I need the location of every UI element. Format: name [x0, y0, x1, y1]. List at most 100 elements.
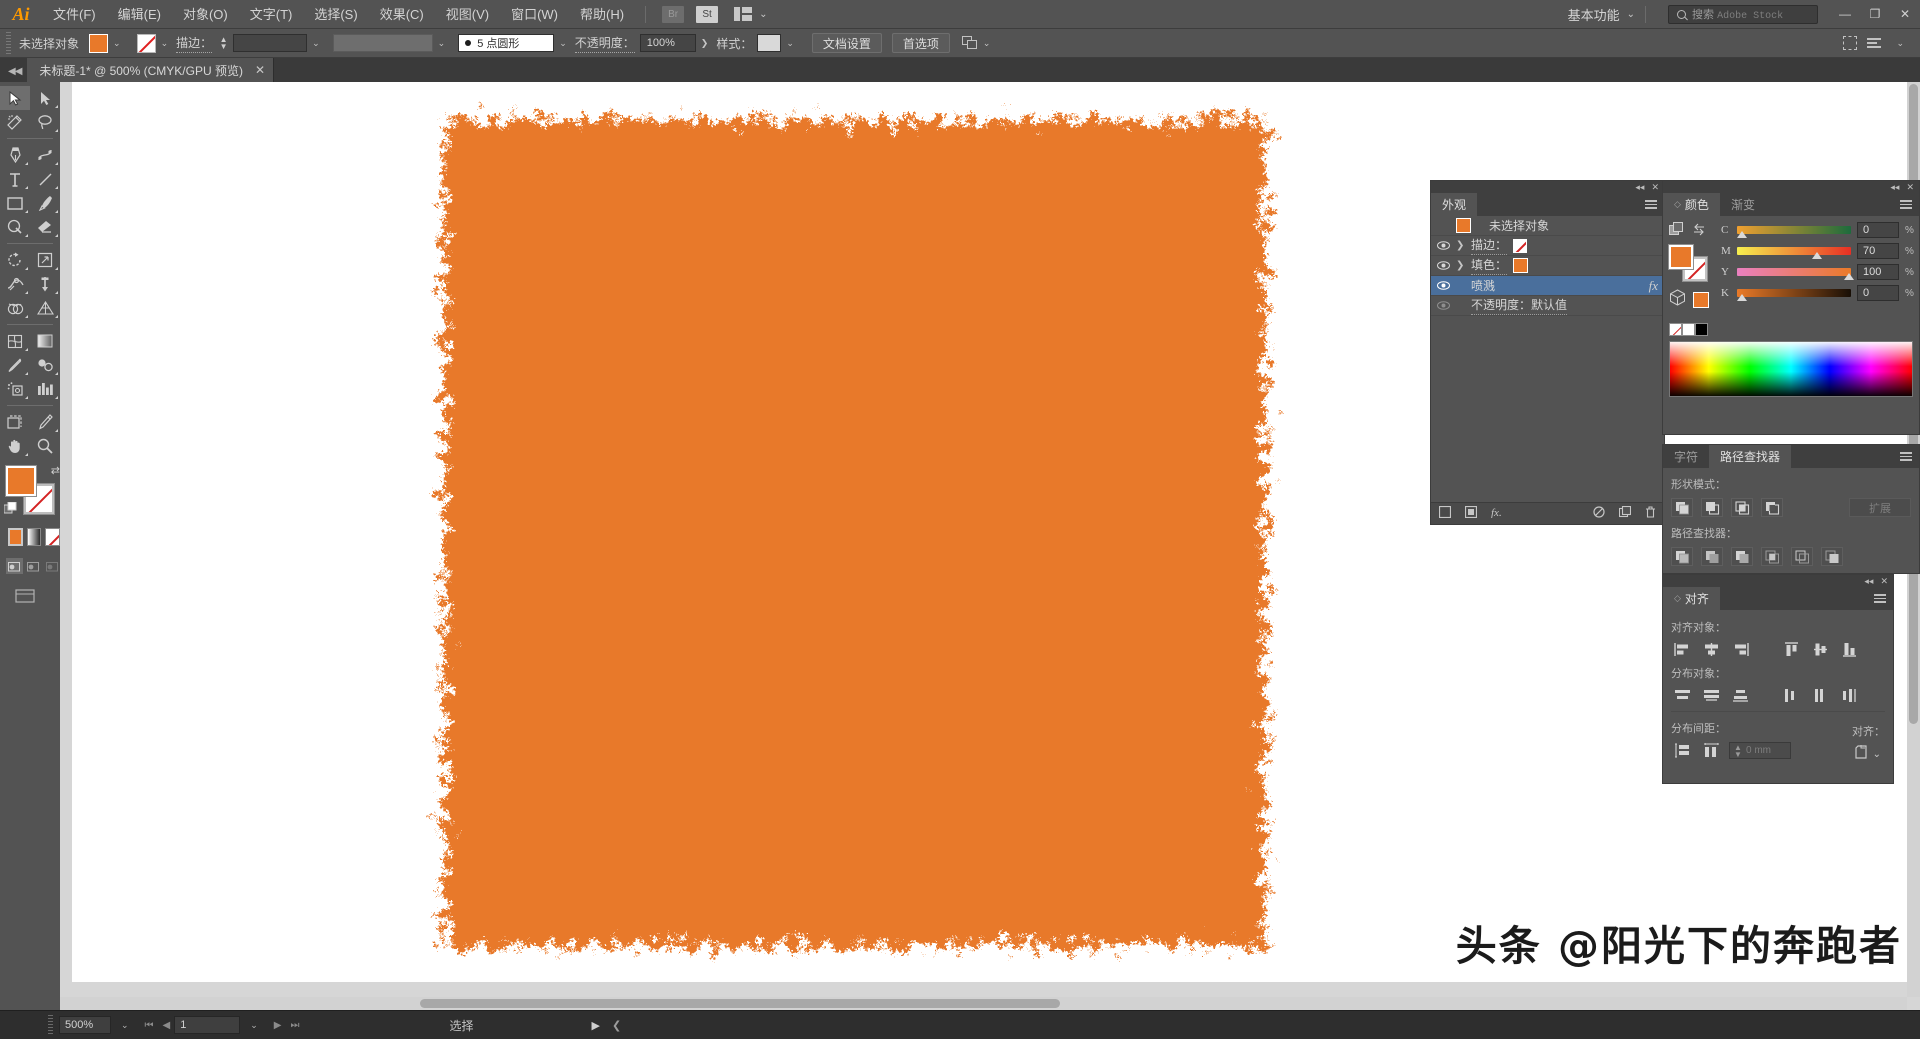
artboard-number-input[interactable]: 1	[174, 1016, 241, 1034]
distribute-top-button[interactable]	[1671, 686, 1694, 705]
appearance-row-object[interactable]: 未选择对象	[1431, 216, 1664, 236]
artboard-tool[interactable]	[0, 410, 30, 434]
gradient-fill-mode-button[interactable]	[26, 528, 42, 546]
zoom-chevron-down-icon[interactable]: ⌄	[111, 1020, 139, 1031]
opacity-visibility-eye-icon[interactable]	[1437, 300, 1450, 311]
width-tool[interactable]	[0, 272, 30, 296]
graphic-style-swatch[interactable]	[757, 34, 782, 52]
menu-window[interactable]: 窗口(W)	[500, 0, 569, 29]
shaper-tool[interactable]	[0, 215, 30, 239]
tab-align[interactable]: ◇ 对齐	[1663, 587, 1720, 610]
previous-artboard-icon[interactable]: ◀	[163, 1020, 171, 1031]
workspace-chevron-down-icon[interactable]: ⌄	[1627, 9, 1635, 20]
align-panel-titlebar[interactable]: ◂◂ ✕	[1663, 575, 1893, 587]
bridge-button[interactable]: Br	[662, 5, 685, 23]
outline-button[interactable]	[1791, 547, 1813, 566]
align-left-button[interactable]	[1671, 640, 1694, 659]
stroke-weight-label[interactable]: 描边：	[176, 34, 213, 53]
arrange-chevron-down-icon[interactable]: ⌄	[759, 9, 767, 20]
tab-character[interactable]: 字符	[1663, 445, 1710, 468]
appearance-panel-menu-icon[interactable]	[1638, 193, 1664, 216]
zoom-level-input[interactable]: 500%	[59, 1016, 111, 1034]
distribute-h-center-button[interactable]	[1809, 686, 1832, 705]
magic-wand-tool[interactable]	[0, 110, 30, 134]
align-right-button[interactable]	[1729, 640, 1752, 659]
hand-tool[interactable]	[0, 434, 30, 458]
pathfinder-panel-menu-icon[interactable]	[1893, 445, 1919, 468]
current-color-swatch[interactable]	[1693, 292, 1709, 308]
tab-pathfinder[interactable]: 路径查找器	[1709, 445, 1792, 468]
align-panel-menu-icon[interactable]	[1867, 587, 1893, 610]
line-segment-tool[interactable]	[30, 167, 60, 191]
tabbar-collapse-icon[interactable]: ◀◀	[0, 66, 27, 82]
shape-builder-tool[interactable]	[0, 296, 30, 320]
menu-edit[interactable]: 编辑(E)	[107, 0, 172, 29]
color-collapse-icon[interactable]: ◂◂	[1890, 182, 1899, 192]
distribute-left-button[interactable]	[1780, 686, 1803, 705]
tab-color[interactable]: ◇ 颜色	[1663, 193, 1720, 216]
color-panel-fill-swatch[interactable]	[1668, 244, 1694, 270]
canvas-horizontal-scrollbar[interactable]	[60, 997, 1907, 1010]
stroke-swatch-none[interactable]	[1513, 238, 1528, 253]
select-similar-icon[interactable]	[1843, 36, 1858, 50]
rotate-tool[interactable]	[0, 248, 30, 272]
effect-fx-icon[interactable]: fx	[1649, 278, 1658, 294]
yellow-slider-track[interactable]	[1737, 268, 1855, 280]
full-screen-menu-mode-button[interactable]	[25, 558, 42, 574]
normal-screen-mode-button[interactable]	[6, 558, 23, 574]
menu-object[interactable]: 对象(O)	[172, 0, 239, 29]
color-panel-menu-icon[interactable]	[1893, 193, 1919, 216]
align-collapse-icon[interactable]: ◂◂	[1864, 576, 1873, 586]
stroke-weight-stepper[interactable]: ▲ ▼	[219, 36, 228, 51]
align-options-icon[interactable]	[1867, 38, 1882, 48]
stroke-weight-input[interactable]	[233, 34, 308, 52]
vertical-distribute-space-button[interactable]	[1671, 741, 1694, 760]
black-swatch-button[interactable]	[1695, 323, 1708, 336]
appearance-row-fill[interactable]: ❯ 填色：	[1431, 256, 1664, 276]
status-flyout-icon[interactable]: ▶	[592, 1019, 600, 1032]
color-close-icon[interactable]: ✕	[1906, 182, 1914, 192]
eraser-tool[interactable]	[30, 215, 60, 239]
minimize-button[interactable]: —	[1830, 0, 1860, 28]
none-fill-mode-button[interactable]	[45, 528, 60, 546]
column-graph-tool[interactable]	[30, 377, 60, 401]
horizontal-scroll-thumb[interactable]	[420, 999, 1060, 1008]
edit-toolbar-button[interactable]	[14, 588, 60, 609]
artwork-object[interactable]	[422, 98, 1287, 968]
color-spectrum-ramp[interactable]	[1669, 341, 1913, 397]
stroke-expand-chevron-icon[interactable]: ❯	[1456, 240, 1465, 251]
perspective-grid-tool[interactable]	[30, 296, 60, 320]
rectangle-tool[interactable]	[0, 191, 30, 215]
stroke-color-swatch[interactable]	[136, 33, 156, 53]
black-value-input[interactable]: 0	[1857, 285, 1899, 301]
fill-visibility-eye-icon[interactable]	[1437, 260, 1450, 271]
menu-type[interactable]: 文字(T)	[239, 0, 304, 29]
menu-help[interactable]: 帮助(H)	[569, 0, 635, 29]
lasso-tool[interactable]	[30, 110, 60, 134]
transform-icon[interactable]	[961, 36, 978, 50]
none-swatch-button[interactable]	[1669, 323, 1682, 336]
mesh-tool[interactable]	[0, 329, 30, 353]
appearance-panel-titlebar[interactable]: ◂◂ ✕	[1431, 181, 1664, 193]
add-new-fill-icon[interactable]	[1464, 505, 1478, 523]
fill-swatch-orange[interactable]	[1513, 258, 1529, 273]
full-screen-mode-button[interactable]	[43, 558, 60, 574]
appearance-close-icon[interactable]: ✕	[1651, 182, 1659, 192]
minus-back-button[interactable]	[1821, 547, 1843, 566]
opacity-input[interactable]: 100%	[639, 34, 696, 52]
restore-button[interactable]: ❐	[1860, 0, 1890, 28]
status-bar-grip[interactable]	[48, 1015, 53, 1035]
opacity-flyout-icon[interactable]: ❯	[701, 38, 709, 49]
swap-color-icon[interactable]	[1692, 223, 1706, 241]
spacing-stepper-icon[interactable]: ▲ ▼	[1734, 743, 1742, 758]
toolbar-fill-swatch[interactable]	[5, 465, 37, 497]
fill-chevron-down-icon[interactable]: ⌄	[113, 38, 121, 49]
align-v-center-button[interactable]	[1809, 640, 1832, 659]
direct-selection-tool[interactable]	[30, 86, 60, 110]
stroke-chevron-down-icon[interactable]: ⌄	[161, 38, 169, 49]
brush-chevron-down-icon[interactable]: ⌄	[559, 38, 567, 49]
appearance-opacity-label[interactable]: 不透明度：默认值	[1471, 296, 1568, 315]
color-panel-titlebar[interactable]: ◂◂ ✕	[1663, 181, 1919, 193]
duplicate-item-icon[interactable]	[1618, 505, 1632, 523]
menu-effect[interactable]: 效果(C)	[369, 0, 435, 29]
